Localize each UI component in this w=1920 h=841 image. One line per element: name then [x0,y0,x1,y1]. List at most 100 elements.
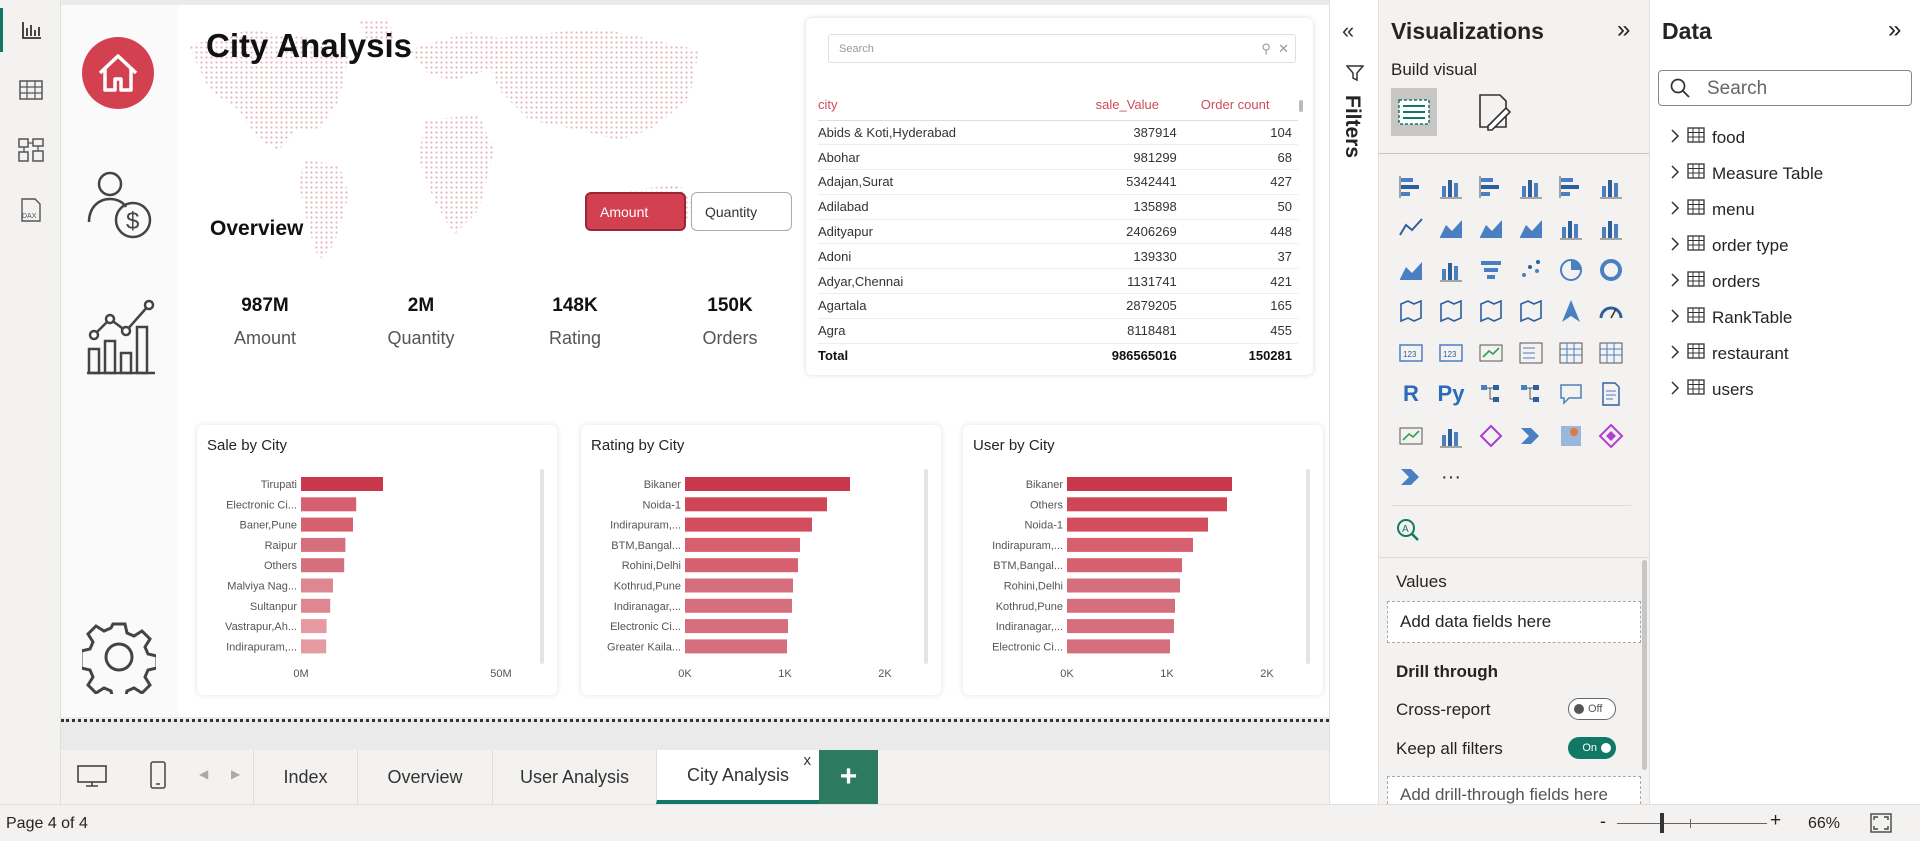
chevron-right-icon[interactable] [1670,344,1680,364]
chevron-right-icon[interactable] [1670,380,1680,400]
customer-money-icon[interactable]: $ [85,170,153,247]
metrics-icon[interactable] [1391,415,1431,457]
data-table-item[interactable]: food [1670,127,1745,148]
card-icon[interactable]: 123 [1391,332,1431,374]
data-table-item[interactable]: restaurant [1670,343,1789,364]
donut-icon[interactable] [1591,249,1631,291]
column-header-city[interactable]: city [818,90,1068,121]
amount-toggle-button[interactable]: Amount [585,192,686,231]
azure-map-icon[interactable] [1551,291,1591,333]
stacked-column-icon[interactable] [1431,166,1471,208]
bar[interactable] [301,517,353,532]
100-column-icon[interactable] [1591,166,1631,208]
filled-map-icon[interactable] [1471,291,1511,333]
diamond-visual-icon[interactable] [1591,415,1631,457]
expand-filters-icon[interactable]: « [1342,18,1354,44]
bar[interactable] [685,497,827,512]
table-row[interactable]: Abids & Koti,Hyderabad 387914 104 [818,120,1298,146]
stacked-area-icon[interactable] [1471,208,1511,250]
key-influencers-icon[interactable] [1471,374,1511,416]
chart-scrollbar[interactable] [1306,469,1310,664]
data-table-item[interactable]: RankTable [1670,307,1792,328]
line-clustered-column-icon[interactable] [1591,208,1631,250]
data-table-item[interactable]: Measure Table [1670,163,1823,184]
drill-through-drop-zone[interactable]: Add drill-through fields here [1387,776,1641,804]
bar[interactable] [1067,477,1232,491]
qa-icon[interactable] [1551,374,1591,416]
bar[interactable] [301,537,346,552]
bar[interactable] [685,639,787,654]
arcgis-icon[interactable] [1551,415,1591,457]
chevron-right-icon[interactable] [1670,308,1680,328]
table-row[interactable]: Abohar 981299 68 [818,144,1298,171]
data-table-item[interactable]: order type [1670,235,1789,256]
line-chart-icon[interactable] [1391,208,1431,250]
bar[interactable] [1067,619,1174,634]
chevron-right-icon[interactable] [1670,236,1680,256]
pane-scrollbar[interactable] [1642,560,1647,770]
shape-map-icon[interactable] [1511,291,1551,333]
gauge-icon[interactable] [1591,291,1631,333]
python-visual-icon[interactable]: Py [1431,374,1471,416]
search-icon[interactable]: ⚲ [1261,41,1271,56]
bar[interactable] [685,537,800,552]
settings-gear-icon[interactable] [79,620,159,702]
chevron-right-icon[interactable] [1670,272,1680,292]
bar[interactable] [1067,598,1175,613]
model-view-icon[interactable] [0,128,61,172]
table-search-input[interactable]: Search ⚲ ✕ [828,34,1296,63]
quantity-toggle-button[interactable]: Quantity [691,192,792,231]
keep-all-filters-toggle[interactable]: On [1568,737,1616,759]
table-scrollbar[interactable] [1299,100,1303,112]
bar[interactable] [301,558,345,573]
zoom-in-button[interactable]: + [1770,810,1781,832]
funnel-icon[interactable] [1471,249,1511,291]
tab-city-analysis[interactable]: City Analysis x [656,750,819,804]
build-visual-tab-icon[interactable] [1391,88,1437,136]
scatter-icon[interactable] [1511,249,1551,291]
city-table-visual[interactable]: Search ⚲ ✕ city sale_Value Order count A… [806,18,1313,375]
table-row[interactable]: Agartala 2879205 165 [818,293,1298,319]
chevron-right-icon[interactable] [1670,164,1680,184]
home-icon[interactable] [82,37,154,114]
bar[interactable] [301,477,383,491]
mobile-layout-icon[interactable] [149,760,167,795]
collapse-visualizations-icon[interactable]: » [1617,16,1630,44]
slicer-icon[interactable] [1511,332,1551,374]
pie-icon[interactable] [1551,249,1591,291]
chevron-right-icon[interactable] [1670,200,1680,220]
clustered-bar-icon[interactable] [1471,166,1511,208]
close-tab-icon[interactable]: x [804,752,812,769]
dax-query-view-icon[interactable]: DAX [0,188,61,232]
zoom-slider-track[interactable] [1617,823,1767,824]
data-table-item[interactable]: menu [1670,199,1755,220]
bar[interactable] [1067,558,1182,573]
stacked-bar-icon[interactable] [1391,166,1431,208]
more-visuals-icon[interactable]: ··· [1431,457,1471,499]
add-page-button[interactable]: + [819,750,878,804]
chart-scrollbar[interactable] [540,469,544,664]
bar[interactable] [1067,639,1170,654]
bar[interactable] [685,477,850,491]
multirow-card-icon[interactable]: 123 [1431,332,1471,374]
bar[interactable] [685,578,793,593]
waterfall-icon[interactable] [1431,249,1471,291]
area-chart-icon[interactable] [1431,208,1471,250]
table-row[interactable]: Adityapur 2406269 448 [818,219,1298,245]
rating-by-city-chart[interactable]: Rating by City Bikaner Noida-1 Indirapuram… [581,425,941,695]
cross-report-toggle[interactable]: Off [1568,698,1616,720]
power-apps-icon[interactable] [1471,415,1511,457]
bar[interactable] [301,578,333,593]
user-by-city-chart[interactable]: User by City Bikaner Others Noida-1 Indirap… [963,425,1323,695]
ribbon-chart-icon[interactable] [1391,249,1431,291]
paginated-report-icon[interactable] [1431,415,1471,457]
table-icon[interactable] [1551,332,1591,374]
bar[interactable] [1067,497,1227,512]
data-table-item[interactable]: orders [1670,271,1760,292]
zoom-level[interactable]: 66% [1808,815,1840,833]
table-row[interactable]: Adilabad 135898 50 [818,194,1298,220]
filters-label[interactable]: Filters [1340,95,1364,158]
table-row[interactable]: Adajan,Surat 5342441 427 [818,169,1298,195]
scroll-right-icon[interactable]: ▶ [231,767,240,781]
chart-scrollbar[interactable] [924,469,928,664]
